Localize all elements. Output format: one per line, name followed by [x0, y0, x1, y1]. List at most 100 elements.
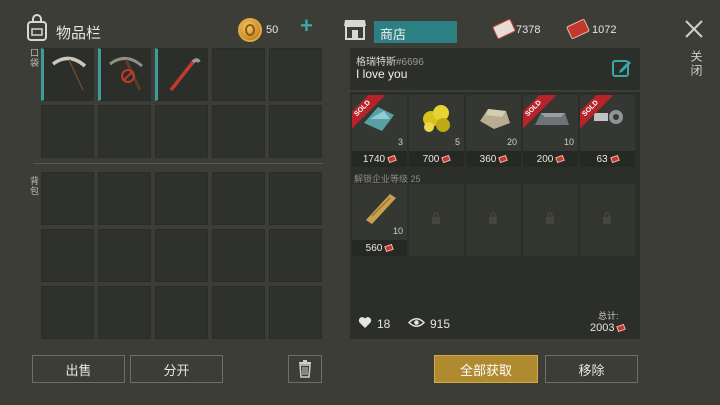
inventory-slot[interactable]	[155, 105, 208, 158]
locked-shop-slot	[580, 184, 635, 256]
price-value: 360	[479, 153, 497, 165]
pocket-label: 口袋	[29, 48, 39, 68]
bag-grid	[41, 172, 322, 339]
backpack-slot[interactable]	[41, 286, 94, 339]
view-count: 915	[430, 317, 451, 331]
price-value: 560	[365, 242, 383, 254]
currency-b-count: 1072	[592, 24, 617, 36]
add-coins-button[interactable]: +	[300, 15, 313, 37]
inventory-slot[interactable]	[212, 105, 265, 158]
shop-icon	[344, 20, 366, 40]
inventory-slot[interactable]	[269, 105, 322, 158]
coin-icon	[238, 18, 262, 42]
ticket-icon	[441, 154, 452, 164]
divider	[33, 163, 323, 164]
like-count: 18	[377, 317, 391, 331]
backpack-slot[interactable]	[155, 286, 208, 339]
item-quantity: 5	[454, 137, 460, 147]
backpack-slot[interactable]	[155, 172, 208, 225]
locked-shop-slot	[409, 184, 464, 256]
shop-items-row: SOLD 3 1740 5 700 20 360 SOLD 10 200 SOLD 63	[352, 95, 635, 167]
shop-item-bolts[interactable]: SOLD 63	[580, 95, 635, 167]
broken-pickaxe-icon	[104, 52, 148, 101]
seller-name: 格瑞特斯#6696	[356, 53, 424, 68]
ticket-icon	[387, 154, 397, 164]
seller-message: I love you	[356, 67, 408, 81]
backpack-slot[interactable]	[41, 172, 94, 225]
split-button[interactable]: 分开	[130, 355, 223, 383]
inventory-slot[interactable]	[41, 105, 94, 158]
backpack-slot[interactable]	[212, 229, 265, 282]
currency-a-count: 7378	[516, 24, 541, 36]
inventory-slot-pickaxe[interactable]	[41, 48, 94, 101]
ticket-icon	[384, 243, 395, 253]
backpack-slot[interactable]	[98, 286, 151, 339]
stone-icon	[474, 101, 514, 135]
inventory-slot[interactable]	[212, 48, 265, 101]
item-price: 360	[466, 151, 521, 167]
remove-button[interactable]: 移除	[545, 355, 638, 383]
wood-plank-icon	[360, 190, 400, 224]
backpack-icon	[27, 14, 47, 41]
red-ticket-icon	[565, 18, 591, 40]
backpack-slot[interactable]	[212, 286, 265, 339]
pocket-grid	[41, 48, 322, 158]
bag-label: 背包	[29, 176, 39, 196]
shop-locked-row: 10 560	[352, 184, 635, 256]
sell-button[interactable]: 出售	[32, 355, 125, 383]
item-price: 700	[409, 151, 464, 167]
backpack-slot[interactable]	[269, 229, 322, 282]
ticket-icon	[498, 154, 509, 164]
shop-item-glass-shard[interactable]: SOLD 3 1740	[352, 95, 407, 167]
backpack-slot[interactable]	[269, 172, 322, 225]
item-price: 200	[523, 151, 578, 167]
total-value: 2003	[590, 322, 615, 334]
ticket-icon	[491, 18, 517, 40]
eye-icon	[408, 318, 425, 327]
item-price: 63	[580, 151, 635, 167]
item-quantity: 3	[397, 137, 403, 147]
edit-icon[interactable]	[612, 58, 632, 78]
price-value: 1740	[362, 153, 386, 165]
price-value: 200	[536, 153, 554, 165]
backpack-slot[interactable]	[155, 229, 208, 282]
inventory-slot[interactable]	[269, 48, 322, 101]
get-all-button[interactable]: 全部获取	[434, 355, 538, 383]
item-price: 560	[352, 240, 407, 256]
backpack-slot[interactable]	[212, 172, 265, 225]
close-label[interactable]: 关闭	[688, 50, 705, 78]
backpack-slot[interactable]	[41, 229, 94, 282]
locked-shop-slot	[523, 184, 578, 256]
item-quantity: 20	[506, 137, 517, 147]
inventory-title: 物品栏	[56, 25, 102, 42]
heart-icon[interactable]	[358, 316, 372, 329]
shop-item-sulfur[interactable]: 5 700	[409, 95, 464, 167]
shop-item-iron-ingot[interactable]: SOLD 10 200	[523, 95, 578, 167]
total-label: 总计:	[598, 311, 619, 321]
ticket-icon	[609, 154, 620, 164]
price-value: 63	[596, 153, 608, 165]
backpack-slot[interactable]	[269, 286, 322, 339]
ticket-icon	[555, 154, 566, 164]
close-icon[interactable]	[683, 18, 705, 40]
inventory-slot-broken-pickaxe[interactable]	[98, 48, 151, 101]
coin-count: 50	[266, 24, 279, 36]
item-quantity: 10	[563, 137, 574, 147]
shop-item-wood-plank[interactable]: 10 560	[352, 184, 407, 256]
inventory-slot[interactable]	[98, 105, 151, 158]
price-value: 700	[422, 153, 440, 165]
sulfur-icon	[417, 101, 457, 135]
backpack-slot[interactable]	[98, 172, 151, 225]
pickaxe-icon	[47, 52, 91, 101]
crowbar-icon	[161, 52, 205, 101]
item-quantity: 10	[392, 226, 403, 236]
shop-item-stone[interactable]: 20 360	[466, 95, 521, 167]
shop-title: 商店	[374, 21, 457, 43]
total-price: 2003	[590, 322, 627, 334]
inventory-slot-crowbar[interactable]	[155, 48, 208, 101]
backpack-slot[interactable]	[98, 229, 151, 282]
ticket-icon	[616, 323, 627, 333]
item-price: 1740	[352, 151, 407, 167]
trash-button[interactable]	[288, 355, 322, 383]
locked-shop-slot	[466, 184, 521, 256]
